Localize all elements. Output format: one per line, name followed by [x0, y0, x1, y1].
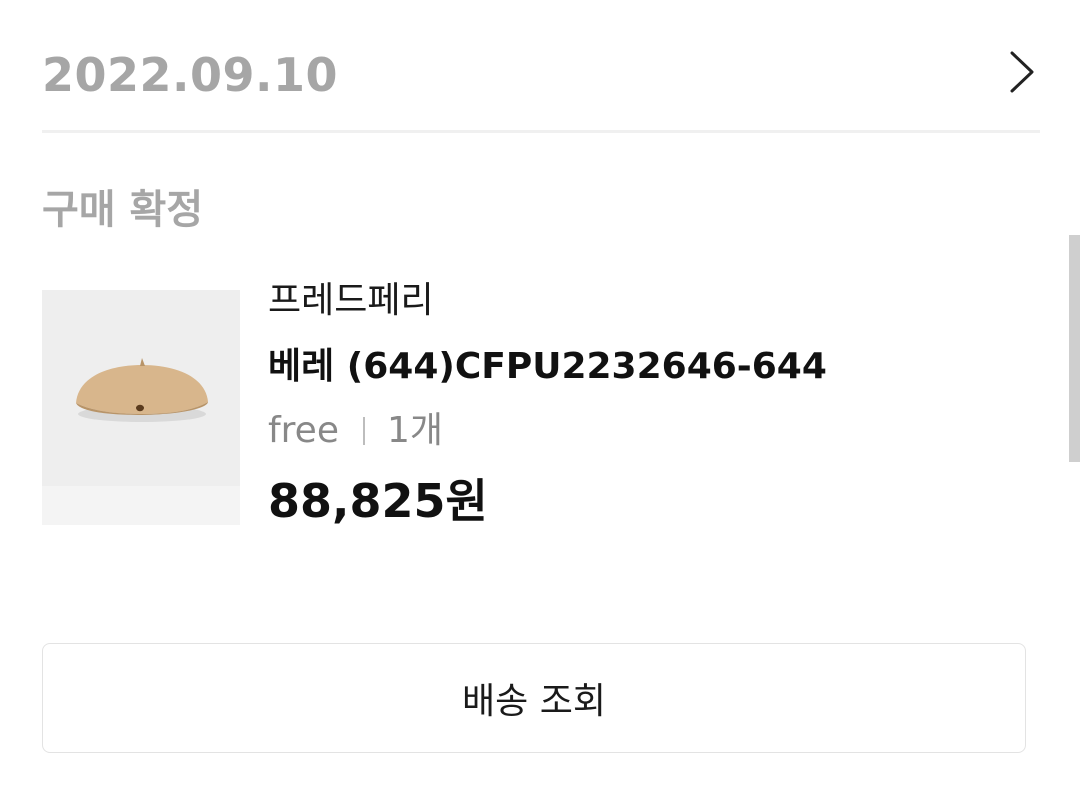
- order-date: 2022.09.10: [42, 48, 339, 102]
- divider: [42, 130, 1040, 133]
- track-delivery-button[interactable]: 배송 조회: [42, 643, 1026, 753]
- product-size: free: [268, 410, 339, 451]
- product-thumbnail[interactable]: [42, 290, 240, 525]
- product-name[interactable]: 베레 (644)CFPU2232646-644: [268, 344, 827, 390]
- track-delivery-label: 배송 조회: [462, 681, 606, 722]
- product-brand: 프레드페리: [268, 280, 434, 321]
- chevron-right-icon[interactable]: [1002, 50, 1042, 94]
- scrollbar[interactable]: [1069, 235, 1080, 462]
- beret-image: [76, 358, 208, 422]
- order-status: 구매 확정: [42, 187, 204, 233]
- option-separator: [362, 417, 365, 445]
- product-price: 88,825원: [268, 474, 488, 528]
- product-quantity: 1개: [386, 410, 444, 451]
- product-options: free 1개: [268, 408, 443, 454]
- thumbnail-footer: [42, 486, 240, 525]
